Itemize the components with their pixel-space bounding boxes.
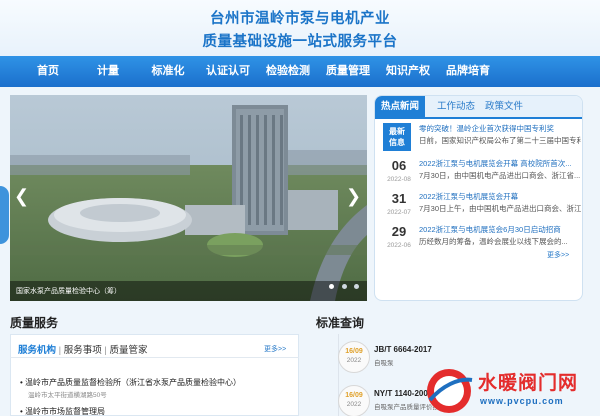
news-item[interactable]: 06 2022-08 2022浙江泵与电机展览会开幕 高校院所首次... 7月3…: [383, 156, 581, 188]
standard-date: 16/09: [345, 392, 363, 399]
badge-line1: 最新: [389, 127, 405, 136]
news-title[interactable]: 2022浙江泵与电机展览会6月30日启动招商: [419, 224, 581, 235]
tab-hot-news[interactable]: 热点新闻: [375, 96, 426, 117]
tab-service-agencies[interactable]: 服务机构: [18, 345, 56, 356]
news-day: 29: [391, 224, 407, 239]
tab-work-updates[interactable]: 工作动态: [437, 96, 475, 117]
news-panel: 热点新闻 工作动态 政策文件 最新 信息 零的突破！温岭企业首次获得中国专利奖 …: [374, 95, 583, 301]
chevron-right-icon[interactable]: ❯: [346, 186, 361, 206]
standard-code[interactable]: JB/T 6664-2017: [374, 345, 432, 354]
tab-underline: [375, 117, 582, 119]
tab-separator: |: [104, 345, 107, 356]
badge-line2: 信息: [389, 138, 405, 147]
service-agency-item[interactable]: • 温岭市产品质量监督检验所（浙江省水泵产品质量检验中心）: [20, 377, 241, 388]
news-day: 31: [391, 191, 407, 206]
standard-date: 16/09: [345, 348, 363, 355]
site-watermark: 水暖阀门网 www.pvcpu.com: [422, 366, 600, 416]
nav-item-brand[interactable]: 品牌培育: [438, 56, 498, 87]
quality-service-title: 质量服务: [10, 316, 59, 330]
standard-year: 2022: [346, 357, 362, 364]
news-title[interactable]: 2022浙江泵与电机展览会开幕 高校院所首次...: [419, 158, 581, 169]
banner-dot[interactable]: [329, 284, 335, 289]
nav-item-home[interactable]: 首页: [18, 56, 78, 87]
divider: [10, 357, 299, 358]
site-title-line2: 质量基础设施一站式服务平台: [202, 34, 398, 50]
news-snippet: 历经数月的筹备，温岭会展业以线下展会的...: [419, 237, 568, 246]
quality-service-tabs: 服务机构 | 服务事项 | 质量管家: [18, 342, 148, 356]
tab-service-items[interactable]: 服务事项: [64, 345, 102, 356]
news-title[interactable]: 2022浙江泵与电机展览会开幕: [419, 191, 581, 202]
nav-item-standardization[interactable]: 标准化: [138, 56, 198, 87]
site-header: 台州市温岭市泵与电机产业 质量基础设施一站式服务平台: [0, 0, 600, 56]
tab-separator: |: [58, 345, 62, 356]
news-title[interactable]: 零的突破！温岭企业首次获得中国专利奖: [419, 123, 581, 134]
service-agency-address: 温岭市太平街道横湖路50号: [28, 392, 107, 399]
nav-item-quality-management[interactable]: 质量管理: [318, 56, 378, 87]
nav-item-inspection[interactable]: 检验检测: [258, 56, 318, 87]
news-year-month: 2022-06: [387, 242, 411, 249]
banner-dot[interactable]: [341, 284, 347, 289]
news-more-link[interactable]: 更多>>: [547, 250, 569, 260]
date-circle: 16/09 2022: [338, 341, 370, 373]
banner-carousel[interactable]: 国家水泵产品质量检验中心（筹）: [10, 95, 367, 301]
date-circle: 16/09 2022: [338, 385, 370, 416]
chevron-left-icon[interactable]: ❮: [14, 186, 29, 206]
tab-policy-documents[interactable]: 政策文件: [485, 96, 523, 117]
service-agency-name[interactable]: 温岭市市场监督管理局: [25, 407, 105, 416]
news-year-month: 2022-08: [387, 176, 411, 183]
service-agency-name[interactable]: 温岭市产品质量监督检验所（浙江省水泵产品质量检验中心）: [25, 378, 241, 387]
standard-year: 2022: [346, 401, 362, 408]
banner-photo: [10, 95, 367, 301]
quality-service-more-link[interactable]: 更多>>: [264, 344, 286, 354]
floating-side-tab[interactable]: [0, 186, 9, 244]
site-title-line1: 台州市温岭市泵与电机产业: [210, 11, 390, 27]
standard-name: 自吸泵: [374, 360, 394, 367]
banner-pagination: [326, 276, 359, 294]
news-year-month: 2022-07: [387, 209, 411, 216]
watermark-logo: [427, 369, 473, 413]
news-snippet: 7月30日，由中国机电产品进出口商会、浙江省...: [419, 171, 581, 180]
news-snippet: 日前，国家知识产权局公布了第二十三届中国专利...: [419, 136, 581, 145]
news-tabs: 热点新闻 工作动态 政策文件: [375, 96, 582, 117]
banner-caption: 国家水泵产品质量检验中心（筹）: [16, 288, 121, 295]
standard-query-title: 标准查询: [316, 316, 365, 330]
banner-caption-bar: 国家水泵产品质量检验中心（筹）: [10, 281, 367, 301]
news-item[interactable]: 31 2022-07 2022浙江泵与电机展览会开幕 7月30日上午，由中国机电…: [383, 189, 581, 221]
latest-badge: 最新 信息: [383, 123, 411, 151]
tab-quality-steward[interactable]: 质量管家: [110, 345, 148, 356]
news-day: 06: [391, 158, 407, 173]
main-nav: 首页 计量 标准化 认证认可 检验检测 质量管理 知识产权 品牌培育: [0, 56, 600, 87]
watermark-url: www.pvcpu.com: [480, 396, 564, 406]
nav-item-metrology[interactable]: 计量: [78, 56, 138, 87]
news-featured[interactable]: 最新 信息 零的突破！温岭企业首次获得中国专利奖 日前，国家知识产权局公布了第二…: [383, 121, 581, 153]
watermark-text: 水暖阀门网: [478, 373, 579, 394]
service-agency-item[interactable]: • 温岭市市场监督管理局: [20, 406, 105, 416]
news-snippet: 7月30日上午，由中国机电产品进出口商会、浙江...: [419, 204, 581, 213]
nav-item-certification[interactable]: 认证认可: [198, 56, 258, 87]
nav-item-ip[interactable]: 知识产权: [378, 56, 438, 87]
banner-dot[interactable]: [354, 284, 359, 289]
